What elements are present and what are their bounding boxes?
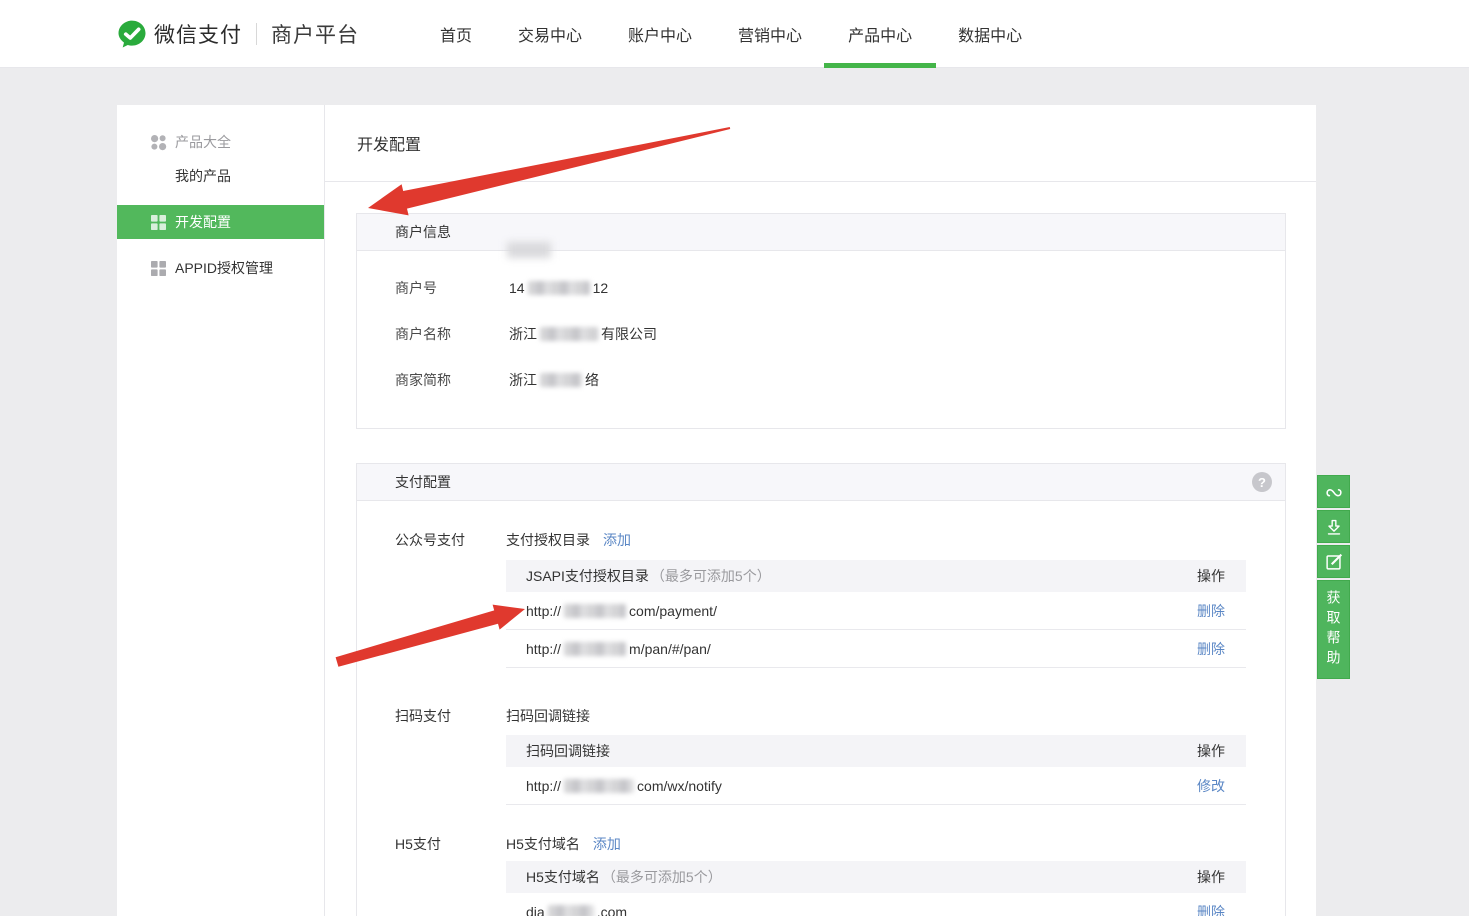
section-title: 商户信息 xyxy=(395,222,451,242)
group-sublabel: H5支付域名 xyxy=(506,834,580,854)
action-column-header: 操作 xyxy=(1197,867,1225,887)
merchant-info-body: 商户号 1412 商户名称 浙江有限公司 商家简称 浙江络 xyxy=(357,251,1285,428)
get-help-button[interactable]: 获取帮助 xyxy=(1317,580,1350,679)
sidebar-item-label: APPID授权管理 xyxy=(175,258,273,278)
redacted-text xyxy=(564,779,634,793)
field-value: 1412 xyxy=(471,280,608,296)
table-note: （最多可添加5个） xyxy=(602,867,722,887)
redacted-text xyxy=(564,642,626,656)
redacted-text xyxy=(528,281,590,295)
jsapi-auth-dir-table: JSAPI支付授权目录 （最多可添加5个） 操作 http://com/paym… xyxy=(506,560,1246,668)
sidebar-item-my-products[interactable]: 我的产品 xyxy=(117,159,324,193)
field-label: 商家简称 xyxy=(357,370,471,390)
floating-toolbar: 获取帮助 xyxy=(1317,475,1350,681)
merchant-info-section: 商户信息 商户号 1412 商户名称 浙江有限公司 商家简称 xyxy=(356,213,1286,429)
merchant-shortname-row: 商家简称 浙江络 xyxy=(357,370,1285,389)
section-title: 支付配置 xyxy=(395,472,451,492)
delete-link[interactable]: 删除 xyxy=(1197,639,1225,659)
nav-item-trade-center[interactable]: 交易中心 xyxy=(518,0,582,68)
link-icon xyxy=(1327,489,1341,495)
top-nav: 首页 交易中心 账户中心 营销中心 产品中心 数据中心 xyxy=(440,0,1022,68)
feedback-button[interactable] xyxy=(1317,545,1350,578)
delete-link[interactable]: 删除 xyxy=(1197,601,1225,621)
add-link[interactable]: 添加 xyxy=(603,530,631,550)
grid-squares-icon xyxy=(150,214,167,231)
main-content: 开发配置 商户信息 商户号 1412 商户名称 xyxy=(325,105,1316,916)
url-value: http://com/wx/notify xyxy=(526,778,722,794)
table-header: H5支付域名 （最多可添加5个） 操作 xyxy=(506,861,1246,893)
table-header: 扫码回调链接 操作 xyxy=(506,735,1246,767)
wechat-pay-logo-icon xyxy=(117,19,147,49)
field-value: 浙江有限公司 xyxy=(471,324,657,344)
sidebar-item-label: 我的产品 xyxy=(175,166,231,186)
payment-config-body: 公众号支付 支付授权目录 添加 JSAPI支付授权目录 （最多可添加5个） 操作 xyxy=(357,531,1285,916)
url-value: dia.com xyxy=(526,904,627,916)
sidebar-item-label: 开发配置 xyxy=(175,212,231,232)
add-link[interactable]: 添加 xyxy=(593,834,621,854)
url-value: http://com/payment/ xyxy=(526,603,717,619)
merchant-info-header: 商户信息 xyxy=(357,214,1285,251)
group-sublabel: 扫码回调链接 xyxy=(506,706,590,726)
redacted-text xyxy=(540,373,582,387)
grid-dots-icon xyxy=(150,134,167,151)
nav-item-data-center[interactable]: 数据中心 xyxy=(958,0,1022,68)
h5-pay-group: H5支付 H5支付域名 添加 xyxy=(357,835,1285,853)
modify-link[interactable]: 修改 xyxy=(1197,776,1225,796)
nav-item-account-center[interactable]: 账户中心 xyxy=(628,0,692,68)
payment-config-header: 支付配置 ? xyxy=(357,464,1285,501)
url-value: http://m/pan/#/pan/ xyxy=(526,641,711,657)
brand-title: 微信支付 xyxy=(154,19,242,49)
table-row: http://com/wx/notify 修改 xyxy=(506,767,1246,805)
table-row: dia.com 删除 xyxy=(506,893,1246,916)
sidebar-item-appid-auth[interactable]: APPID授权管理 xyxy=(117,251,324,285)
brand-logo[interactable]: 微信支付 商户平台 xyxy=(117,0,359,68)
table-title: 扫码回调链接 xyxy=(526,741,610,761)
page-title: 开发配置 xyxy=(325,105,1316,182)
download-button[interactable] xyxy=(1317,510,1350,543)
delete-link[interactable]: 删除 xyxy=(1197,902,1225,916)
nav-item-marketing-center[interactable]: 营销中心 xyxy=(738,0,802,68)
group-sublabel: 支付授权目录 xyxy=(506,530,590,550)
link-button[interactable] xyxy=(1317,475,1350,508)
sidebar-item-product-catalog[interactable]: 产品大全 xyxy=(117,125,324,159)
platform-title: 商户平台 xyxy=(271,19,359,49)
table-title: JSAPI支付授权目录 xyxy=(526,566,649,586)
redacted-text xyxy=(564,604,626,618)
field-value: 浙江络 xyxy=(471,370,599,390)
download-icon xyxy=(1328,520,1338,531)
table-row: http://m/pan/#/pan/ 删除 xyxy=(506,630,1246,668)
h5-domain-table: H5支付域名 （最多可添加5个） 操作 dia.com 删除 xyxy=(506,861,1246,916)
payment-config-section: 支付配置 ? 公众号支付 支付授权目录 添加 JSAP xyxy=(356,463,1286,916)
sidebar-item-dev-config[interactable]: 开发配置 xyxy=(117,205,324,239)
merchant-id-row: 商户号 1412 xyxy=(357,278,1285,297)
redacted-text xyxy=(540,327,598,341)
action-column-header: 操作 xyxy=(1197,741,1225,761)
main-panel: 产品大全 我的产品 开发配置 xyxy=(117,105,1316,916)
table-note: （最多可添加5个） xyxy=(651,566,771,586)
group-label: H5支付 xyxy=(395,834,506,854)
top-header: 微信支付 商户平台 首页 交易中心 账户中心 营销中心 产品中心 数据中心 xyxy=(0,0,1469,68)
table-title: H5支付域名 xyxy=(526,867,600,887)
action-column-header: 操作 xyxy=(1197,566,1225,586)
group-label: 扫码支付 xyxy=(395,706,506,726)
scan-callback-table: 扫码回调链接 操作 http://com/wx/notify 修改 xyxy=(506,735,1246,805)
sidebar-item-label: 产品大全 xyxy=(175,132,231,152)
field-label: 商户名称 xyxy=(357,324,471,344)
table-header: JSAPI支付授权目录 （最多可添加5个） 操作 xyxy=(506,560,1246,592)
grid-squares-icon xyxy=(150,260,167,277)
field-label: 商户号 xyxy=(357,278,471,298)
merchant-name-row: 商户名称 浙江有限公司 xyxy=(357,324,1285,343)
brand-divider xyxy=(256,23,257,45)
scan-pay-group: 扫码支付 扫码回调链接 xyxy=(357,707,1285,725)
nav-item-product-center[interactable]: 产品中心 xyxy=(848,0,912,68)
question-mark-icon[interactable]: ? xyxy=(1252,472,1272,492)
sidebar: 产品大全 我的产品 开发配置 xyxy=(117,105,325,916)
group-label: 公众号支付 xyxy=(395,530,506,550)
nav-item-home[interactable]: 首页 xyxy=(440,0,472,68)
wechat-pay-merchant-platform: 微信支付 商户平台 首页 交易中心 账户中心 营销中心 产品中心 数据中心 产 xyxy=(0,0,1469,916)
table-row: http://com/payment/ 删除 xyxy=(506,592,1246,630)
redacted-text xyxy=(548,905,594,916)
jsapi-pay-group: 公众号支付 支付授权目录 添加 xyxy=(357,531,1285,549)
